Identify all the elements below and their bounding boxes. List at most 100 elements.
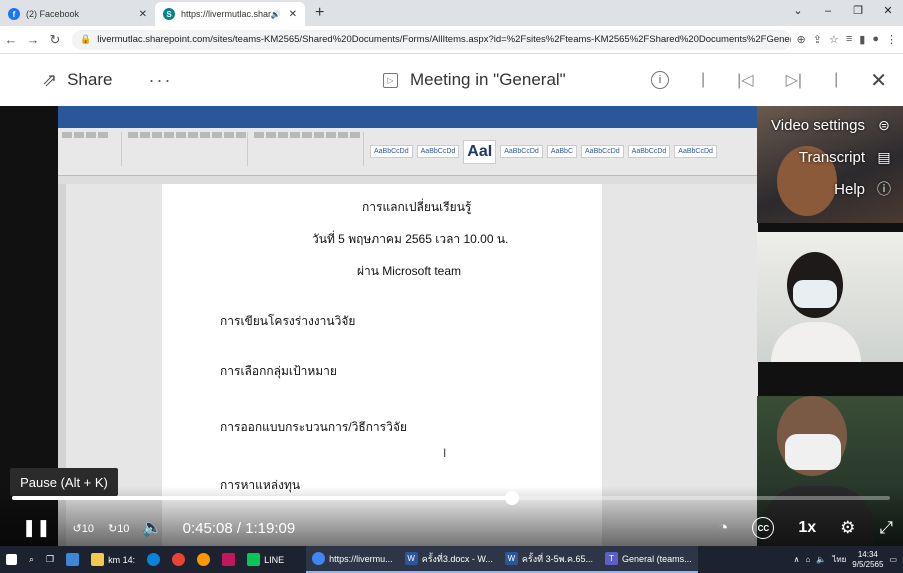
menu-kebab-icon[interactable]: ⋮ bbox=[886, 33, 897, 46]
doc-heading: การแลกเปลี่ยนเรียนรู้ bbox=[362, 200, 472, 214]
close-window-button[interactable]: ✕ bbox=[873, 0, 903, 22]
gear-icon[interactable]: ⚙ bbox=[840, 518, 855, 538]
taskbar-label: General (teams... bbox=[622, 553, 692, 564]
doc-platform-line: ผ่าน Microsoft team bbox=[357, 264, 461, 278]
help-icon: ⓘ bbox=[877, 181, 891, 197]
volume-icon[interactable]: 🔈 bbox=[141, 518, 162, 538]
close-icon[interactable]: ✕ bbox=[870, 68, 887, 93]
url-text: livermutlac.sharepoint.com/sites/teams-K… bbox=[97, 34, 791, 45]
taskbar-app-3[interactable] bbox=[216, 546, 241, 573]
speaker-icon[interactable]: 🔊 bbox=[271, 10, 281, 19]
rewind-10-icon[interactable]: ↺10 bbox=[73, 522, 94, 535]
taskbar-app-2[interactable] bbox=[191, 546, 216, 573]
search-icon[interactable]: ⌕ bbox=[23, 546, 40, 573]
controls-row: ❚❚ ↺10 ↻10 🔈 0:45:08 / 1:19:09 ◔ CC 1x ⚙… bbox=[0, 514, 903, 542]
start-button[interactable] bbox=[0, 546, 23, 573]
video-file-icon: ▷ bbox=[383, 72, 398, 88]
reload-icon[interactable]: ↻ bbox=[44, 32, 66, 48]
close-tab-icon[interactable]: ✕ bbox=[289, 9, 297, 20]
divider: | bbox=[700, 71, 706, 88]
word-icon: W bbox=[404, 552, 418, 565]
profile-avatar-icon[interactable]: ● bbox=[872, 33, 879, 46]
doc-date-line: วันที่ 5 พฤษภาคม 2565 เวลา 10.00 น. bbox=[312, 232, 509, 246]
language-indicator[interactable]: ไทย bbox=[832, 553, 846, 566]
system-tray: ∧ ⌂ 🔈 ไทย 14:34 9/5/2565 ▭ bbox=[794, 546, 897, 573]
tab-title: (2) Facebook bbox=[26, 9, 80, 19]
word-icon: W bbox=[504, 552, 518, 565]
network-icon[interactable]: ⌂ bbox=[806, 555, 811, 564]
zoom-icon[interactable]: ⊕ bbox=[797, 33, 806, 46]
close-tab-icon[interactable]: ✕ bbox=[139, 9, 147, 20]
taskbar-km-folder[interactable]: km 14: bbox=[85, 546, 141, 573]
share-page-icon[interactable]: ⇪ bbox=[813, 33, 822, 46]
info-icon[interactable]: i bbox=[650, 71, 669, 89]
word-ruler bbox=[58, 176, 758, 184]
minimize-button[interactable]: – bbox=[813, 0, 843, 22]
taskbar-word-window-1[interactable]: W ครั้งที่3.docx - W... bbox=[398, 546, 499, 573]
transcript-item[interactable]: Transcript ▤ bbox=[799, 148, 893, 166]
player-settings-menu: Video settings ⊜ Transcript ▤ Help ⓘ bbox=[771, 116, 893, 198]
facebook-icon: f bbox=[8, 8, 20, 20]
tab-title: https://livermutlac.sharepoint bbox=[181, 9, 271, 19]
captions-button[interactable]: CC bbox=[752, 517, 775, 539]
forward-icon[interactable]: → bbox=[22, 32, 44, 47]
taskbar-edge[interactable] bbox=[141, 546, 166, 573]
audio-description-icon[interactable]: ◔ bbox=[718, 518, 728, 538]
restore-button[interactable]: ❐ bbox=[843, 0, 873, 22]
sharepoint-icon: S bbox=[163, 8, 175, 20]
taskbar-chrome-window[interactable]: https://livermu... bbox=[306, 546, 399, 573]
taskbar-chrome[interactable] bbox=[166, 546, 191, 573]
ribbon-group-clipboard bbox=[62, 132, 122, 166]
notifications-icon[interactable]: ▭ bbox=[889, 555, 897, 564]
doc-topic-1: การเขียนโครงร่างงานวิจัย bbox=[220, 314, 356, 328]
bookmark-star-icon[interactable]: ☆ bbox=[829, 33, 839, 46]
previous-icon[interactable]: |◁ bbox=[737, 70, 753, 90]
edge-icon bbox=[147, 553, 161, 566]
lock-icon: 🔒 bbox=[80, 34, 92, 44]
ribbon-group-styles: AaBbCcDd AaBbCcDd AaI AaBbCcDd AaBbC AaBbCcDd… bbox=[370, 132, 717, 171]
screen: f (2) Facebook ✕ S https://livermutlac.s… bbox=[0, 0, 903, 573]
next-icon[interactable]: ▷| bbox=[786, 70, 802, 90]
taskbar-label: LINE bbox=[264, 554, 285, 565]
help-item[interactable]: Help ⓘ bbox=[834, 180, 893, 198]
task-view-icon[interactable]: ❐ bbox=[40, 546, 60, 573]
forward-10-icon[interactable]: ↻10 bbox=[108, 522, 129, 535]
seek-bar[interactable] bbox=[12, 491, 890, 505]
pause-icon[interactable]: ❚❚ bbox=[22, 518, 51, 538]
browser-tab-facebook[interactable]: f (2) Facebook ✕ bbox=[0, 2, 155, 26]
reading-list-icon[interactable]: ≡ bbox=[846, 33, 852, 46]
share-label: Share bbox=[67, 70, 113, 89]
playback-speed-button[interactable]: 1x bbox=[798, 519, 816, 537]
taskbar-teams-window[interactable]: T General (teams... bbox=[599, 546, 698, 573]
word-titlebar bbox=[58, 106, 758, 118]
video-settings-label: Video settings bbox=[771, 116, 865, 134]
toolbar-icons: ⊕ ⇪ ☆ ≡ ▮ ● ⋮ bbox=[797, 33, 903, 46]
line-icon bbox=[247, 553, 261, 566]
back-icon[interactable]: ← bbox=[0, 32, 22, 47]
address-bar[interactable]: 🔒 livermutlac.sharepoint.com/sites/teams… bbox=[72, 29, 791, 50]
chevron-up-icon[interactable]: ∧ bbox=[794, 555, 800, 564]
transcript-label: Transcript bbox=[798, 148, 865, 166]
taskbar-app-1[interactable] bbox=[60, 546, 85, 573]
share-icon: ⇗ bbox=[42, 69, 58, 90]
seek-bar-thumb[interactable] bbox=[505, 491, 520, 505]
fullscreen-icon[interactable]: ⤢ bbox=[879, 518, 893, 538]
new-tab-button[interactable]: + bbox=[305, 2, 334, 26]
chevron-down-icon[interactable]: ⌄ bbox=[783, 0, 813, 22]
share-button[interactable]: ⇗ Share bbox=[42, 70, 112, 91]
more-options-button[interactable]: ··· bbox=[148, 70, 172, 91]
sidebar-icon[interactable]: ▮ bbox=[859, 33, 865, 46]
taskbar-line[interactable]: LINE bbox=[241, 546, 290, 573]
time-separator: / bbox=[236, 519, 241, 537]
video-settings-item[interactable]: Video settings ⊜ bbox=[771, 116, 893, 134]
browser-tab-sharepoint[interactable]: S https://livermutlac.sharepoint 🔊 ✕ bbox=[155, 2, 305, 26]
taskbar-label: km 14: bbox=[108, 554, 136, 565]
video-player[interactable]: AaBbCcDd AaBbCcDd AaI AaBbCcDd AaBbC AaBbCcDd… bbox=[0, 106, 903, 546]
volume-tray-icon[interactable]: 🔈 bbox=[816, 555, 826, 564]
taskbar-label: https://livermu... bbox=[329, 553, 393, 564]
player-controls: ❚❚ ↺10 ↻10 🔈 0:45:08 / 1:19:09 ◔ CC 1x ⚙… bbox=[0, 486, 903, 546]
word-ribbon: AaBbCcDd AaBbCcDd AaI AaBbCcDd AaBbC AaBbCcDd… bbox=[58, 128, 758, 176]
taskbar-word-window-2[interactable]: W ครั้งที่ 3-5พ.ค.65... bbox=[498, 546, 600, 573]
word-ribbon-tabs bbox=[58, 118, 758, 128]
clock[interactable]: 14:34 9/5/2565 bbox=[852, 550, 883, 570]
